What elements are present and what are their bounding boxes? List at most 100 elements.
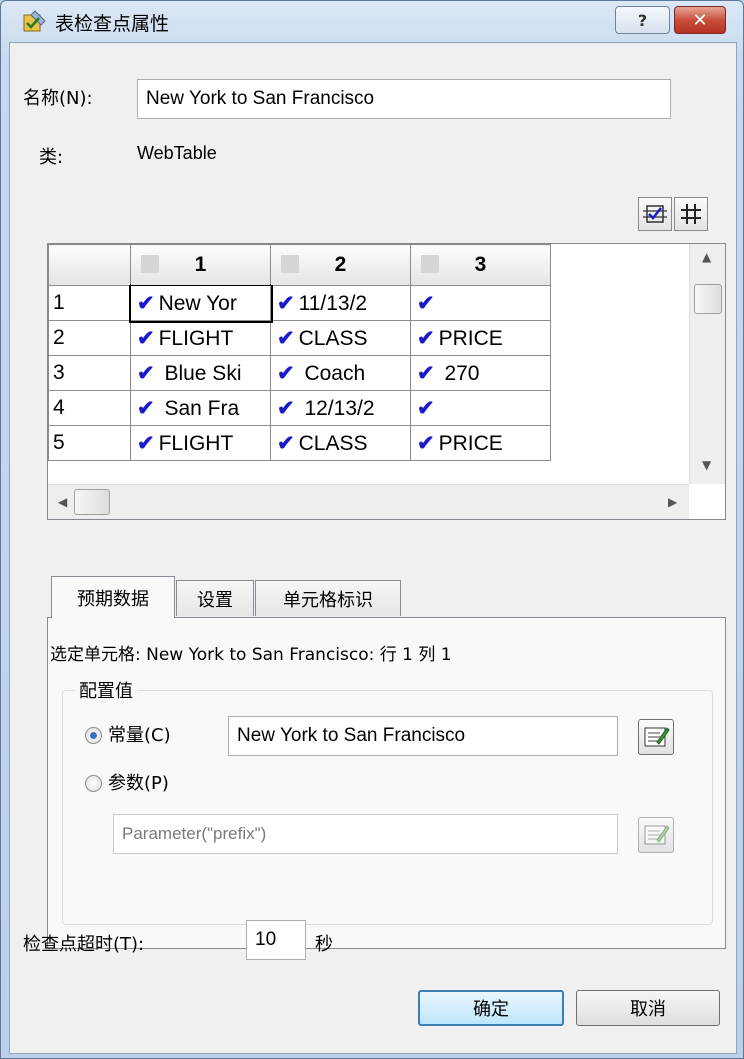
config-group-title: 配置值 <box>75 677 137 703</box>
vertical-scrollbar[interactable]: ▲ ▼ <box>689 244 725 484</box>
check-icon: ✔ <box>417 291 435 315</box>
check-icon: ✔ <box>277 326 295 350</box>
tab-cell-identification[interactable]: 单元格标识 <box>255 580 401 616</box>
cell-text: 270 <box>438 361 480 385</box>
table-row: 4 ✔ San Fra ✔ 12/13/2 ✔ <box>48 390 551 426</box>
row-header[interactable]: 2 <box>48 320 131 356</box>
expected-data-panel: 选定单元格: New York to San Francisco: 行 1 列 … <box>47 617 726 949</box>
table-cell[interactable]: ✔ <box>410 390 551 426</box>
cell-text: FLIGHT <box>158 431 234 455</box>
grid-toggle-button[interactable] <box>674 197 708 231</box>
cell-text: CLASS <box>298 431 368 455</box>
cell-text: 11/13/2 <box>298 291 368 315</box>
config-value-group: 配置值 常量(C) New York to San Francisco 参数(P… <box>62 677 713 925</box>
timeout-label: 检查点超时(T): <box>23 934 145 955</box>
vertical-scroll-thumb[interactable] <box>694 284 722 314</box>
help-button[interactable]: ? <box>615 6 670 34</box>
scroll-down-icon[interactable]: ▼ <box>702 458 711 472</box>
table-cell[interactable]: ✔ CLASS <box>270 425 411 461</box>
edit-icon <box>644 727 670 747</box>
name-label: 名称(N): <box>23 88 93 109</box>
cell-text: FLIGHT <box>158 326 234 350</box>
parameter-edit-button[interactable] <box>638 817 674 853</box>
scroll-right-icon[interactable]: ▶ <box>668 495 677 509</box>
window-title: 表检查点属性 <box>55 13 170 35</box>
timeout-input[interactable]: 10 <box>246 920 306 960</box>
table-cell[interactable]: ✔ 11/13/2 <box>270 285 411 321</box>
table-cell[interactable]: ✔ Coach <box>270 355 411 391</box>
cell-text: Coach <box>298 361 366 385</box>
column-header[interactable]: 1 <box>130 244 271 286</box>
cell-text: 12/13/2 <box>298 396 375 420</box>
close-button[interactable]: ✕ <box>674 6 726 34</box>
table-cell[interactable]: ✔ 270 <box>410 355 551 391</box>
cell-text: New Yor <box>158 291 237 315</box>
check-icon: ✔ <box>417 431 435 455</box>
table-cell[interactable]: ✔ New Yor <box>128 283 273 323</box>
constant-radio[interactable] <box>85 727 102 744</box>
check-icon: ✔ <box>277 396 295 420</box>
constant-value-input[interactable]: New York to San Francisco <box>228 716 618 756</box>
table-cell[interactable]: ✔ FLIGHT <box>130 425 271 461</box>
horizontal-scrollbar[interactable]: ◀ ▶ <box>48 484 689 519</box>
title-bar[interactable]: 表检查点属性 ? ✕ <box>1 1 743 41</box>
check-icon: ✔ <box>137 326 155 350</box>
constant-edit-button[interactable] <box>638 719 674 755</box>
table-cell[interactable]: ✔ <box>410 285 551 321</box>
checkpoint-icon <box>23 10 46 32</box>
table-cell[interactable]: ✔ PRICE <box>410 425 551 461</box>
table-cell[interactable]: ✔ San Fra <box>130 390 271 426</box>
check-icon: ✔ <box>137 431 155 455</box>
table-row: 1 ✔ New Yor ✔ 11/13/2 ✔ <box>48 283 551 323</box>
edit-icon <box>644 825 670 845</box>
class-label: 类: <box>39 147 64 168</box>
ok-button[interactable]: 确定 <box>418 990 564 1026</box>
table-cell[interactable]: ✔ Blue Ski <box>130 355 271 391</box>
cell-text: PRICE <box>438 431 503 455</box>
checkpoint-table: 1 2 3 1 ✔ New Yor ✔ 11/13/2 ✔ 2 ✔ FLIGHT ✔ CLASS ✔ P… <box>47 243 726 520</box>
table-cell[interactable]: ✔ 12/13/2 <box>270 390 411 426</box>
help-icon: ? <box>637 10 648 30</box>
column-header[interactable]: 3 <box>410 244 551 286</box>
constant-label: 常量(C) <box>108 725 171 746</box>
column-header[interactable]: 2 <box>270 244 411 286</box>
parameter-radio[interactable] <box>85 775 102 792</box>
parameter-label: 参数(P) <box>108 773 169 794</box>
horizontal-scroll-thumb[interactable] <box>74 489 110 515</box>
table-cell[interactable]: ✔ CLASS <box>270 320 411 356</box>
cancel-button[interactable]: 取消 <box>576 990 720 1026</box>
row-header[interactable]: 4 <box>48 390 131 426</box>
cell-text: PRICE <box>438 326 503 350</box>
check-icon: ✔ <box>277 431 295 455</box>
select-all-checks-button[interactable] <box>638 197 672 231</box>
check-all-icon <box>643 205 667 223</box>
cell-text: San Fra <box>158 396 240 420</box>
parameter-value-input[interactable]: Parameter("prefix") <box>113 814 618 854</box>
row-header[interactable]: 1 <box>48 285 131 321</box>
dialog-window: 表检查点属性 ? ✕ 名称(N): New York to San Franci… <box>0 0 744 1059</box>
close-icon: ✕ <box>692 9 708 31</box>
cell-text: CLASS <box>298 326 368 350</box>
check-icon: ✔ <box>417 396 435 420</box>
row-header[interactable]: 3 <box>48 355 131 391</box>
name-input[interactable]: New York to San Francisco <box>137 79 671 119</box>
tab-settings[interactable]: 设置 <box>176 580 254 616</box>
table-row: 2 ✔ FLIGHT ✔ CLASS ✔ PRICE <box>48 320 551 356</box>
check-icon: ✔ <box>417 326 435 350</box>
table-cell[interactable]: ✔ FLIGHT <box>130 320 271 356</box>
cell-text: Blue Ski <box>158 361 242 385</box>
check-icon: ✔ <box>137 361 155 385</box>
row-header[interactable]: 5 <box>48 425 131 461</box>
selected-cell-label: 选定单元格: New York to San Francisco: 行 1 列 … <box>50 645 452 665</box>
scroll-left-icon[interactable]: ◀ <box>58 495 67 509</box>
check-icon: ✔ <box>277 361 295 385</box>
timeout-unit: 秒 <box>315 934 333 955</box>
scroll-up-icon[interactable]: ▲ <box>702 250 711 264</box>
table-cell[interactable]: ✔ PRICE <box>410 320 551 356</box>
table-row: 3 ✔ Blue Ski ✔ Coach ✔ 270 <box>48 355 551 391</box>
table-row: 5 ✔ FLIGHT ✔ CLASS ✔ PRICE <box>48 425 551 461</box>
tab-expected-data[interactable]: 预期数据 <box>51 576 175 618</box>
check-icon: ✔ <box>277 291 295 315</box>
class-value: WebTable <box>137 143 217 163</box>
table-corner-header[interactable] <box>48 244 131 286</box>
